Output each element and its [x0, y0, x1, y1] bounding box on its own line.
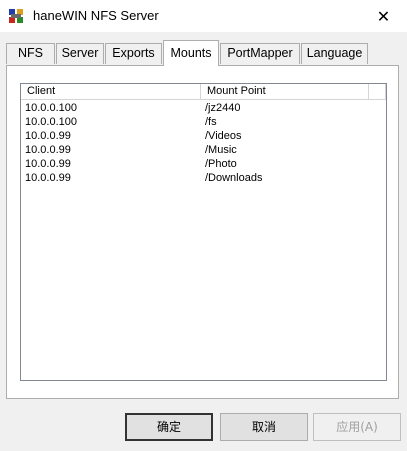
mounts-tab-panel: Client Mount Point 10.0.0.100 /jz2440 10…	[6, 65, 399, 399]
table-row[interactable]: 10.0.0.100 /fs	[21, 115, 386, 129]
table-row[interactable]: 10.0.0.99 /Music	[21, 143, 386, 157]
apply-button[interactable]: 应用(A)	[313, 413, 401, 441]
ok-button[interactable]: 确定	[125, 413, 213, 441]
cell-mount-point: /Photo	[205, 158, 237, 170]
tab-language[interactable]: Language	[301, 43, 368, 64]
column-header-mount-point[interactable]: Mount Point	[201, 84, 369, 100]
table-row[interactable]: 10.0.0.99 /Photo	[21, 157, 386, 171]
cell-client: 10.0.0.99	[25, 144, 71, 156]
mounts-list[interactable]: Client Mount Point 10.0.0.100 /jz2440 10…	[20, 83, 387, 381]
dialog-footer: 确定 取消 应用(A)	[0, 405, 407, 451]
tab-mounts[interactable]: Mounts	[163, 40, 219, 66]
table-row[interactable]: 10.0.0.99 /Videos	[21, 129, 386, 143]
cell-client: 10.0.0.99	[25, 158, 71, 170]
cell-mount-point: /jz2440	[205, 102, 241, 114]
cell-mount-point: /Music	[205, 144, 237, 156]
tab-strip: NFS Server Exports Mounts PortMapper Lan…	[0, 40, 407, 66]
cell-mount-point: /fs	[205, 116, 217, 128]
cancel-button[interactable]: 取消	[220, 413, 308, 441]
tab-server[interactable]: Server	[56, 43, 104, 64]
column-header-filler	[369, 84, 386, 100]
tab-portmapper[interactable]: PortMapper	[220, 43, 300, 64]
close-icon: ✕	[376, 6, 391, 26]
close-button[interactable]: ✕	[360, 0, 407, 32]
tab-nfs[interactable]: NFS	[6, 43, 55, 64]
cell-client: 10.0.0.100	[25, 116, 77, 128]
nfs-app-icon	[8, 8, 24, 24]
cell-client: 10.0.0.99	[25, 130, 71, 142]
table-row[interactable]: 10.0.0.100 /jz2440	[21, 101, 386, 115]
title-bar[interactable]: haneWIN NFS Server ✕	[0, 0, 407, 32]
cell-mount-point: /Downloads	[205, 172, 263, 184]
list-rows: 10.0.0.100 /jz2440 10.0.0.100 /fs 10.0.0…	[21, 101, 386, 185]
window-title: haneWIN NFS Server	[33, 8, 159, 23]
cell-client: 10.0.0.100	[25, 102, 77, 114]
table-row[interactable]: 10.0.0.99 /Downloads	[21, 171, 386, 185]
list-header: Client Mount Point	[21, 84, 386, 100]
column-header-client[interactable]: Client	[21, 84, 201, 100]
cell-mount-point: /Videos	[205, 130, 242, 142]
tab-exports[interactable]: Exports	[105, 43, 162, 64]
app-window: haneWIN NFS Server ✕ NFS Server Exports …	[0, 0, 407, 451]
cell-client: 10.0.0.99	[25, 172, 71, 184]
